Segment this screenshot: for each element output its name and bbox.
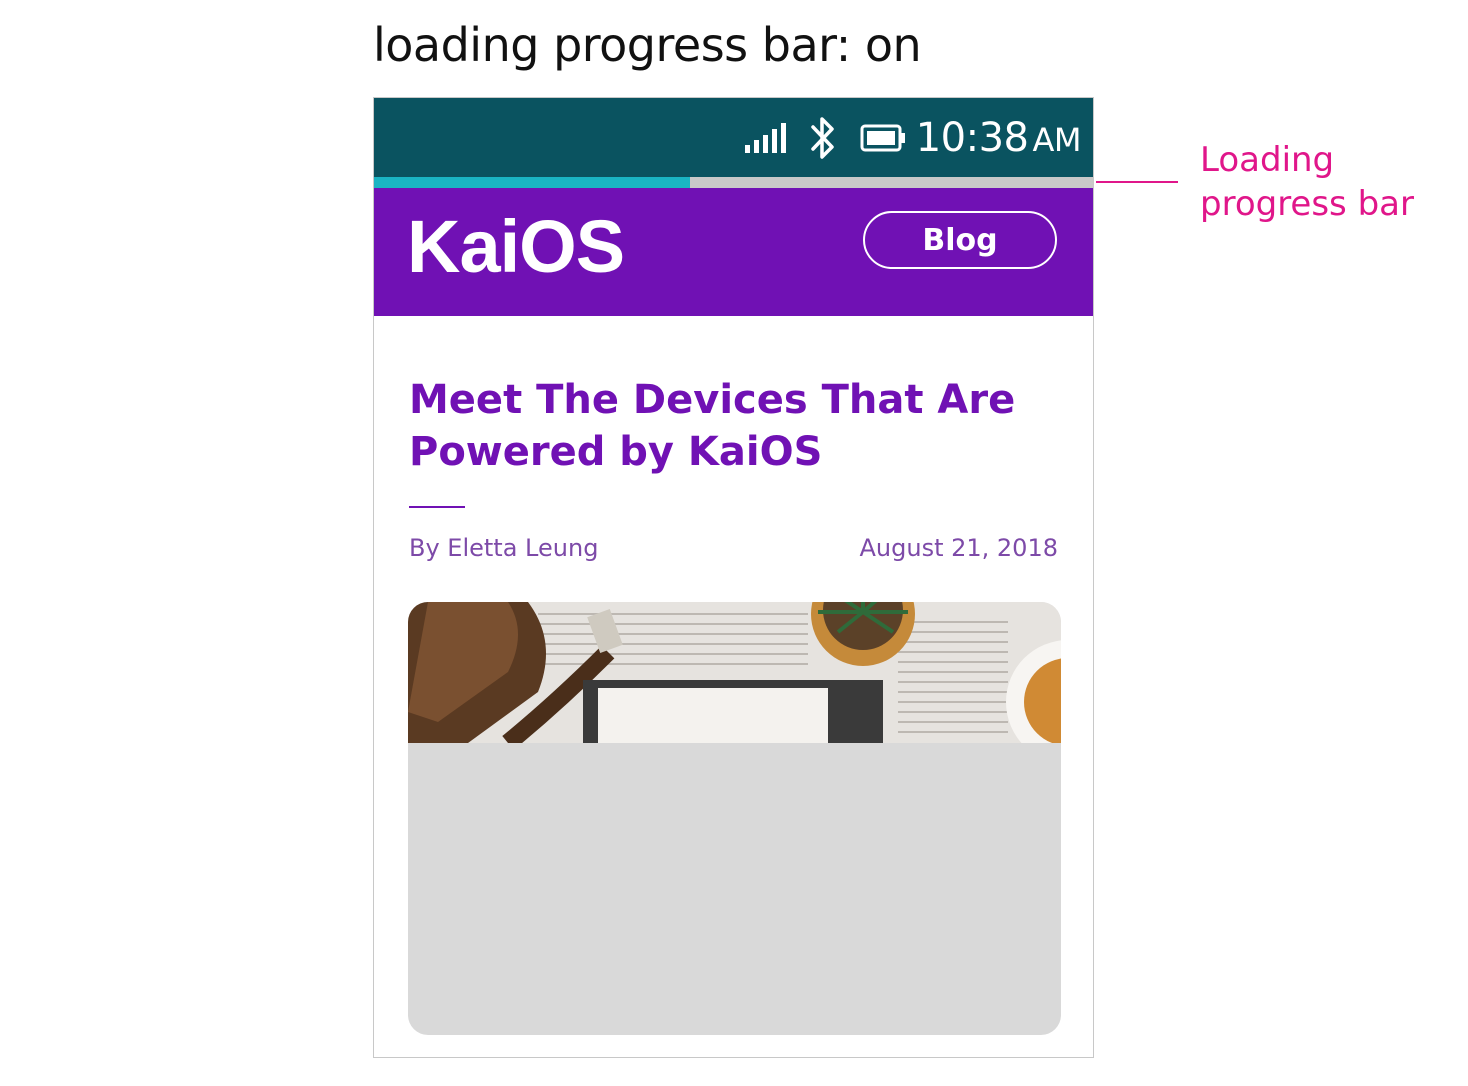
annotation-line1: Loading bbox=[1200, 140, 1335, 180]
kaios-logo[interactable]: KaiOS bbox=[407, 204, 625, 289]
article-title[interactable]: Meet The Devices That Are Powered by Kai… bbox=[409, 374, 1049, 478]
phone-screen: 10:38 AM KaiOS Blog Meet The Devices That… bbox=[373, 97, 1094, 1058]
annotation-label: Loading progress bar bbox=[1200, 138, 1414, 226]
article-author: By Eletta Leung bbox=[409, 534, 599, 562]
bluetooth-icon bbox=[810, 115, 836, 161]
signal-icon bbox=[744, 123, 786, 153]
status-bar: 10:38 AM bbox=[374, 98, 1093, 177]
loading-progress-fill bbox=[374, 177, 691, 188]
annotation-line2: progress bar bbox=[1200, 184, 1414, 224]
loading-progress-bar bbox=[374, 177, 1093, 188]
clock-ampm: AM bbox=[1032, 121, 1082, 159]
page-title: loading progress bar: on bbox=[373, 18, 922, 72]
status-clock: 10:38 AM bbox=[915, 115, 1082, 161]
title-divider bbox=[409, 506, 465, 508]
article-card[interactable] bbox=[408, 602, 1061, 1035]
clock-time: 10:38 bbox=[915, 115, 1029, 161]
site-header: KaiOS Blog bbox=[374, 188, 1093, 316]
battery-icon bbox=[860, 123, 906, 153]
article-image bbox=[408, 602, 1061, 764]
blog-button[interactable]: Blog bbox=[863, 211, 1057, 269]
annotation-leader-line bbox=[1096, 181, 1178, 183]
article-date: August 21, 2018 bbox=[859, 534, 1059, 562]
